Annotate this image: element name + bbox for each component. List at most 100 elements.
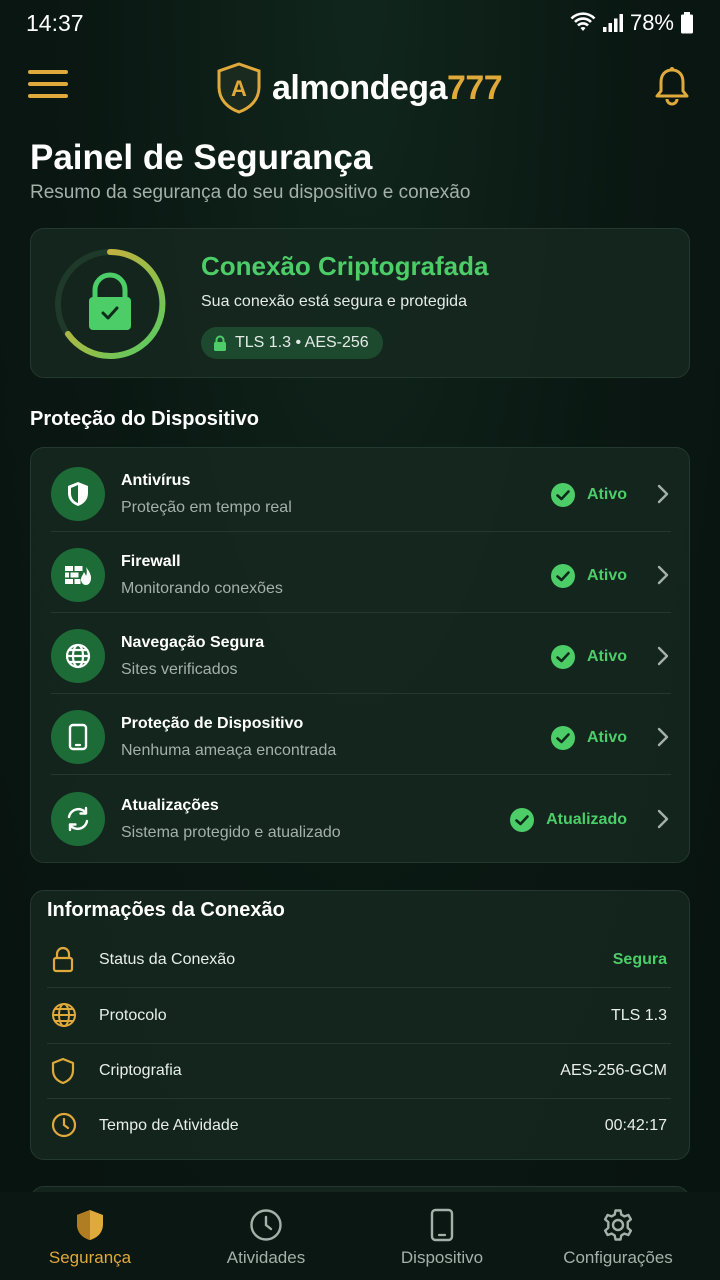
section-title-connection-info: Informações da Conexão — [47, 899, 285, 921]
check-circle-icon — [551, 726, 575, 750]
firewall-icon — [51, 548, 105, 602]
clock-icon — [51, 1112, 77, 1138]
connection-status-card: Conexão Criptografada Sua conexão está s… — [30, 228, 690, 378]
check-circle-icon — [551, 483, 575, 507]
status-icons: 78% — [570, 10, 694, 36]
encryption-chip-label: TLS 1.3 • AES-256 — [235, 334, 369, 351]
chevron-right-icon — [657, 565, 669, 585]
protection-item-antivirus[interactable]: Antivírus Proteção em tempo real Ativo — [31, 451, 691, 532]
hamburger-icon — [28, 70, 68, 74]
nav-label: Segurança — [48, 1248, 132, 1267]
nav-settings[interactable]: Configurações — [558, 1192, 678, 1280]
info-label: Tempo de Atividade — [99, 1117, 239, 1134]
gear-icon — [603, 1209, 633, 1241]
protection-item-title: Atualizações — [121, 797, 219, 814]
protection-item-subtitle: Monitorando conexões — [121, 580, 283, 597]
menu-button[interactable] — [28, 70, 68, 104]
bottom-navigation: Segurança Atividades Dispositivo Configu… — [0, 1192, 720, 1280]
brand-name: almondega777 — [272, 68, 503, 108]
connection-subtitle: Sua conexão está segura e protegida — [201, 293, 467, 310]
info-value: Segura — [612, 951, 667, 968]
phone-icon — [430, 1208, 454, 1242]
shield-icon — [51, 467, 105, 521]
padlock-icon — [89, 272, 131, 330]
status-badge: Ativo — [551, 726, 627, 750]
brand-name-part1: almondega — [272, 68, 447, 107]
protection-item-title: Firewall — [121, 553, 181, 570]
protection-item-subtitle: Proteção em tempo real — [121, 499, 292, 516]
status-label: Ativo — [587, 567, 627, 584]
security-ring — [55, 248, 166, 359]
status-bar: 14:37 78% — [0, 0, 720, 48]
brand-name-part2: 777 — [446, 68, 503, 107]
nav-security[interactable]: Segurança — [40, 1192, 140, 1280]
nav-label: Dispositivo — [400, 1248, 484, 1267]
app-bar: A almondega777 — [0, 58, 720, 120]
info-value: 00:42:17 — [604, 1117, 667, 1134]
device-protection-list: Antivírus Proteção em tempo real Ativo F… — [30, 447, 690, 863]
divider — [47, 987, 671, 988]
page-title: Painel de Segurança — [30, 138, 373, 177]
info-row-protocol: Protocolo TLS 1.3 — [47, 989, 671, 1044]
check-circle-icon — [510, 808, 535, 832]
protection-item-updates[interactable]: Atualizações Sistema protegido e atualiz… — [31, 776, 691, 857]
signal-icon — [602, 13, 624, 33]
bell-icon — [655, 67, 689, 106]
globe-icon — [51, 629, 105, 683]
info-label: Status da Conexão — [99, 951, 236, 968]
status-label: Atualizado — [546, 811, 627, 828]
status-label: Ativo — [587, 648, 627, 665]
info-row-encryption: Criptografia AES-256-GCM — [47, 1044, 671, 1099]
globe-icon — [52, 1003, 76, 1027]
chevron-right-icon — [657, 484, 669, 504]
protection-item-title: Navegação Segura — [121, 634, 265, 651]
battery-icon — [680, 12, 694, 34]
protection-item-subtitle: Nenhuma ameaça encontrada — [121, 742, 337, 759]
logo-letter: A — [231, 76, 247, 101]
nav-label: Atividades — [226, 1248, 306, 1267]
nav-device[interactable]: Dispositivo — [392, 1192, 492, 1280]
protection-item-device-protection[interactable]: Proteção de Dispositivo Nenhuma ameaça e… — [31, 694, 691, 775]
info-row-uptime: Tempo de Atividade 00:42:17 — [47, 1099, 671, 1154]
hamburger-line — [28, 82, 68, 86]
phone-icon — [51, 710, 105, 764]
info-label: Criptografia — [99, 1062, 182, 1079]
connection-title: Conexão Criptografada — [201, 251, 489, 281]
brand: A almondega777 — [216, 62, 503, 114]
lock-icon — [52, 946, 74, 973]
status-badge: Atualizado — [510, 808, 627, 832]
divider — [51, 774, 671, 775]
protection-item-firewall[interactable]: Firewall Monitorando conexões Ativo — [31, 532, 691, 613]
status-label: Ativo — [587, 486, 627, 503]
check-circle-icon — [551, 645, 575, 669]
check-circle-icon — [551, 564, 575, 588]
notifications-button[interactable] — [654, 66, 690, 111]
info-value: TLS 1.3 — [610, 1007, 667, 1024]
status-label: Ativo — [587, 729, 627, 746]
shield-icon — [51, 1057, 75, 1085]
brand-shield-logo-icon: A — [217, 62, 261, 114]
section-title-device-protection: Proteção do Dispositivo — [30, 408, 259, 430]
protection-item-title: Proteção de Dispositivo — [121, 715, 304, 732]
nav-label: Configurações — [563, 1248, 673, 1267]
info-row-connection-status: Status da Conexão Segura — [47, 933, 671, 988]
info-value: AES-256-GCM — [560, 1062, 667, 1079]
hamburger-line — [28, 94, 68, 98]
encryption-chip: TLS 1.3 • AES-256 — [201, 327, 383, 359]
protection-item-subtitle: Sites verificados — [121, 661, 238, 678]
protection-item-title: Antivírus — [121, 472, 191, 489]
protection-item-safe-browsing[interactable]: Navegação Segura Sites verificados Ativo — [31, 613, 691, 694]
sync-icon — [51, 792, 105, 846]
nav-activities[interactable]: Atividades — [216, 1192, 316, 1280]
page-subtitle: Resumo da segurança do seu dispositivo e… — [30, 182, 471, 203]
lock-icon — [214, 335, 226, 351]
battery-level: 78% — [629, 10, 674, 35]
status-badge: Ativo — [551, 564, 627, 588]
info-label: Protocolo — [99, 1007, 167, 1024]
chevron-right-icon — [657, 727, 669, 747]
shield-icon — [77, 1210, 103, 1240]
chevron-right-icon — [657, 809, 669, 829]
protection-item-subtitle: Sistema protegido e atualizado — [121, 824, 341, 841]
clock-icon — [250, 1209, 282, 1241]
connection-info-card: Informações da Conexão Status da Conexão… — [30, 890, 690, 1160]
